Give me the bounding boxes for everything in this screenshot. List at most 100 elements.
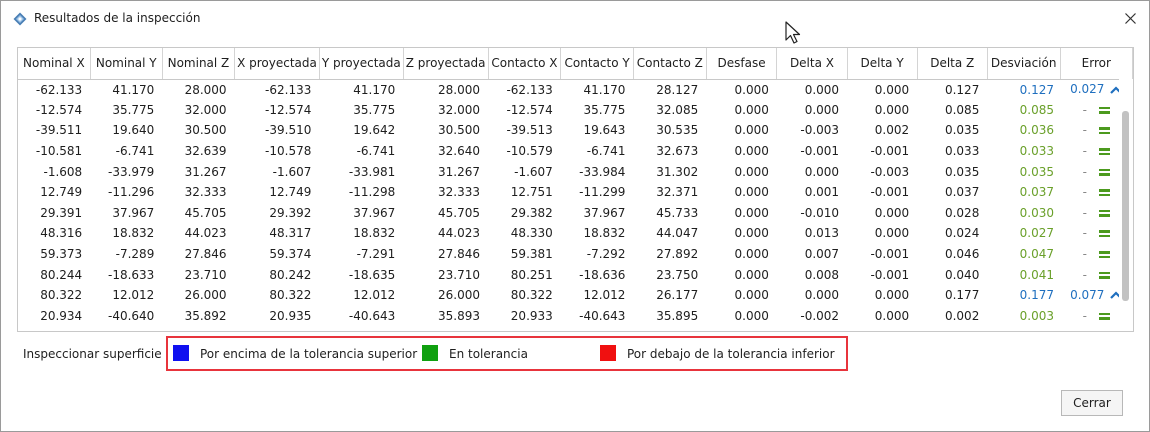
- table-cell: 37.967: [112, 205, 155, 220]
- deviation-cell: 0.030: [1019, 205, 1055, 220]
- table-row[interactable]: -62.133 41.170 28.000 -62.133 41.170 28.000 -6…: [18, 79, 1133, 100]
- table-cell: -11.299: [579, 185, 626, 200]
- column-header[interactable]: Delta Z: [917, 48, 988, 80]
- error-value: 0.077: [1070, 287, 1105, 302]
- table-cell: 12.749: [269, 185, 312, 200]
- table-row[interactable]: -39.511 19.640 30.500 -39.510 19.642 30.500 -3…: [18, 120, 1133, 141]
- table-cell: -40.640: [108, 308, 155, 323]
- inspection-results-dialog: Resultados de la inspección Nominal X Nom…: [0, 0, 1150, 432]
- column-header[interactable]: Nominal X: [18, 48, 91, 80]
- column-header[interactable]: Y proyectada: [319, 48, 404, 80]
- table-row[interactable]: 20.934 -40.640 35.892 20.935 -40.643 35.893 20…: [18, 306, 1133, 327]
- table-cell: 32.639: [184, 144, 227, 159]
- table-cell: 35.895: [656, 308, 699, 323]
- table-cell: 35.893: [438, 308, 481, 323]
- table-cell: 45.705: [184, 205, 227, 220]
- table-row[interactable]: 80.322 12.012 26.000 80.322 12.012 26.000 80.3…: [18, 285, 1133, 306]
- table-cell: 0.000: [804, 288, 840, 303]
- table-cell: 44.023: [438, 226, 481, 241]
- column-header[interactable]: Error: [1060, 48, 1133, 80]
- table-row[interactable]: -12.574 35.775 32.000 -12.574 35.775 32.000 -1…: [18, 100, 1133, 121]
- table-cell: 28.000: [438, 82, 481, 97]
- table-cell: -12.574: [35, 102, 83, 117]
- results-grid[interactable]: Nominal X Nominal Y Nominal ZX proyectada Y…: [17, 47, 1134, 332]
- deviation-cell: 0.127: [1019, 82, 1055, 97]
- close-window-button[interactable]: [1115, 5, 1145, 31]
- table-cell: 80.322: [510, 288, 553, 303]
- column-header[interactable]: Nominal Y: [90, 48, 163, 80]
- close-button[interactable]: Cerrar: [1061, 390, 1123, 416]
- table-cell: 0.000: [734, 205, 769, 220]
- table-cell: 32.333: [438, 185, 481, 200]
- table-cell: -0.001: [800, 144, 840, 159]
- table-cell: 31.267: [184, 164, 227, 179]
- column-header[interactable]: Contacto X: [488, 48, 562, 80]
- table-cell: 35.775: [583, 102, 626, 117]
- table-cell: 32.000: [438, 102, 481, 117]
- legend-label-below: Por debajo de la tolerancia inferior: [627, 347, 835, 361]
- equals-icon: [1098, 188, 1110, 197]
- column-header[interactable]: Z proyectada: [403, 48, 489, 80]
- table-cell: 32.000: [184, 102, 227, 117]
- table-row[interactable]: 59.373 -7.289 27.846 59.374 -7.291 27.846 59.3…: [18, 244, 1133, 265]
- table-cell: 27.846: [184, 247, 227, 262]
- table-cell: 20.935: [269, 308, 312, 323]
- table-cell: -18.636: [579, 267, 626, 282]
- table-cell: -62.133: [506, 82, 553, 97]
- table-cell: 0.002: [874, 123, 910, 138]
- table-row[interactable]: 80.244 -18.633 23.710 80.242 -18.635 23.710 80…: [18, 264, 1133, 285]
- table-cell: 0.000: [734, 164, 769, 179]
- scrollbar-thumb[interactable]: [1122, 111, 1129, 301]
- error-value: -: [1082, 226, 1087, 241]
- table-cell: 0.007: [804, 247, 840, 262]
- table-row[interactable]: 29.391 37.967 45.705 29.392 37.967 45.705 29.3…: [18, 203, 1133, 224]
- table-cell: 20.934: [40, 308, 83, 323]
- table-row[interactable]: -1.608 -33.979 31.267 -1.607 -33.981 31.267 -1…: [18, 161, 1133, 182]
- table-cell: 12.012: [353, 288, 396, 303]
- table-cell: 0.000: [874, 308, 910, 323]
- table-cell: 26.000: [184, 288, 227, 303]
- column-header[interactable]: Contacto Z: [633, 48, 707, 80]
- table-cell: 0.002: [944, 308, 980, 323]
- table-cell: 29.392: [269, 205, 312, 220]
- error-value: -: [1082, 308, 1087, 323]
- equals-icon: [1098, 209, 1110, 218]
- table-cell: 41.170: [583, 82, 626, 97]
- table-row[interactable]: 12.749 -11.296 32.333 12.749 -11.298 32.333 12…: [18, 182, 1133, 203]
- table-cell: 44.047: [656, 226, 699, 241]
- column-header[interactable]: Desviación: [987, 48, 1061, 80]
- column-header[interactable]: Contacto Y: [560, 48, 634, 80]
- table-cell: -40.643: [348, 308, 396, 323]
- table-cell: 48.330: [510, 226, 553, 241]
- table-cell: 32.333: [184, 185, 227, 200]
- column-header[interactable]: Delta X: [776, 48, 848, 80]
- column-header[interactable]: X proyectada: [234, 48, 320, 80]
- table-cell: -12.574: [265, 102, 312, 117]
- app-logo-icon: [13, 12, 27, 26]
- table-cell: 0.008: [804, 267, 840, 282]
- error-value: -: [1082, 205, 1087, 220]
- table-cell: 23.710: [184, 267, 227, 282]
- table-cell: 28.000: [184, 82, 227, 97]
- column-header[interactable]: Desfase: [706, 48, 778, 80]
- equals-icon: [1098, 250, 1110, 259]
- equals-icon: [1098, 147, 1110, 156]
- table-header-row: Nominal X Nominal Y Nominal ZX proyectada Y…: [18, 48, 1133, 80]
- column-header[interactable]: Delta Y: [847, 48, 918, 80]
- table-cell: 19.642: [353, 123, 396, 138]
- table-row[interactable]: -10.581 -6.741 32.639 -10.578 -6.741 32.640 -1…: [18, 141, 1133, 162]
- column-header[interactable]: Nominal Z: [162, 48, 236, 80]
- deviation-cell: 0.027: [1019, 226, 1055, 241]
- table-row[interactable]: 48.316 18.832 44.023 48.317 18.832 44.023 48.3…: [18, 223, 1133, 244]
- table-cell: -1.607: [272, 164, 312, 179]
- table-cell: -0.001: [870, 247, 910, 262]
- table-cell: 30.535: [656, 123, 699, 138]
- equals-icon: [1098, 229, 1110, 238]
- table-cell: -33.981: [348, 164, 396, 179]
- table-cell: 37.967: [583, 205, 626, 220]
- table-cell: 80.242: [269, 267, 312, 282]
- equals-icon: [1098, 126, 1110, 135]
- error-value: -: [1082, 267, 1087, 282]
- table-cell: 59.374: [269, 247, 312, 262]
- table-cell: -0.001: [870, 267, 910, 282]
